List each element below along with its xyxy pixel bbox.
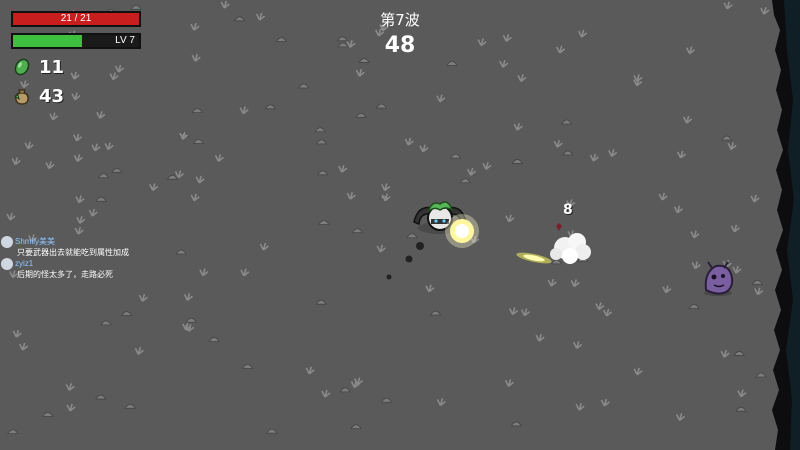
chat-text: 只要武器出去就能吃到属性加成 (17, 248, 129, 257)
trail-dot (416, 242, 424, 250)
green-material-icon (14, 58, 30, 76)
chat-username: zyiz1 (15, 259, 34, 268)
health-bar: 21 / 21 (11, 11, 141, 27)
chat-username: Shmily美美 (15, 237, 56, 246)
avatar (1, 258, 13, 270)
trail-dot (405, 255, 413, 263)
chat-message: zyiz1 后期的怪太多了，走路必死 (1, 258, 113, 280)
bag-count: 43 (39, 85, 65, 107)
chat-text: 后期的怪太多了，走路必死 (17, 270, 113, 279)
chat-message: Shmily美美 只要武器出去就能吃到属性加成 (1, 236, 129, 258)
trail-dot (386, 274, 392, 280)
damage-number: 8 (563, 202, 573, 218)
muzzle-flash (445, 214, 479, 248)
loot-bag-counter: 43 (12, 85, 64, 107)
materials-counter: 11 (12, 56, 64, 78)
game-arena (0, 0, 800, 450)
avatar (1, 236, 13, 248)
wave-title: 第7波 (380, 11, 420, 29)
experience-bar: LV 7 (11, 33, 141, 49)
level-text: LV 7 (115, 35, 135, 46)
health-text: 21 / 21 (60, 13, 92, 24)
materials-count: 11 (39, 56, 65, 78)
loot-bag-icon (13, 89, 29, 105)
wave-timer: 48 (384, 33, 416, 58)
